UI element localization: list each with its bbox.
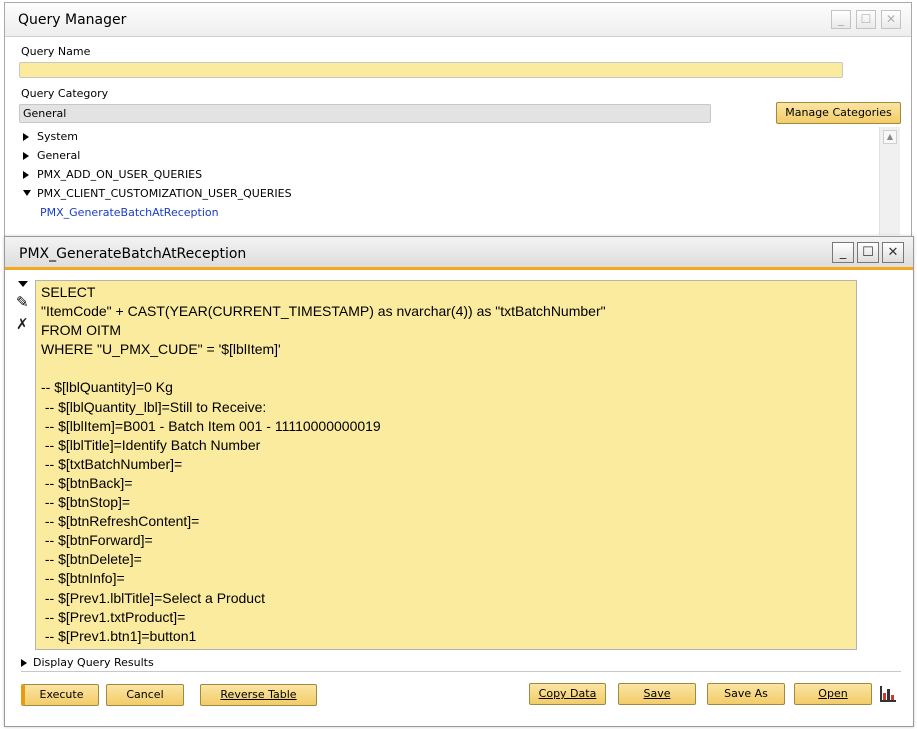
query-name-label: Query Name — [21, 45, 91, 58]
divider — [21, 671, 901, 672]
save-button[interactable]: Save — [618, 683, 696, 705]
query-editor[interactable]: SELECT "ItemCode" + CAST(YEAR(CURRENT_TI… — [35, 280, 857, 650]
maximize-icon[interactable]: ☐ — [856, 10, 876, 29]
scroll-up-icon[interactable]: ▲ — [883, 130, 897, 144]
minimize-icon[interactable]: _ — [831, 10, 851, 29]
execute-button[interactable]: Execute — [21, 684, 99, 706]
query-code: SELECT "ItemCode" + CAST(YEAR(CURRENT_TI… — [41, 284, 606, 644]
pencil-icon[interactable]: ✎ — [16, 293, 29, 311]
query-editor-title-bar[interactable]: PMX_GenerateBatchAtReception _ ☐ ✕ — [5, 237, 913, 269]
tree-scrollbar[interactable]: ▲ — [879, 127, 900, 235]
display-query-results-toggle[interactable]: Display Query Results — [21, 656, 154, 669]
dropdown-arrow-icon[interactable] — [18, 281, 28, 287]
chart-icon[interactable] — [879, 685, 897, 703]
close-icon[interactable]: ✕ — [881, 10, 901, 29]
tree-item-pmx-client-customization[interactable]: PMX_CLIENT_CUSTOMIZATION_USER_QUERIES — [23, 184, 873, 203]
window-title: Query Manager — [18, 12, 127, 28]
expand-icon[interactable] — [23, 171, 29, 179]
cancel-button[interactable]: Cancel — [106, 684, 184, 706]
expand-icon[interactable] — [21, 659, 27, 667]
tree-item-general[interactable]: General — [23, 146, 873, 165]
query-category-field[interactable]: General — [19, 104, 711, 123]
copy-data-button[interactable]: Copy Data — [529, 683, 606, 705]
tree-child-query[interactable]: PMX_GenerateBatchAtReception — [23, 203, 873, 222]
collapse-icon[interactable] — [23, 190, 31, 196]
query-window-title: PMX_GenerateBatchAtReception — [19, 246, 247, 262]
query-category-label: Query Category — [21, 87, 109, 100]
tree-item-pmx-add-on[interactable]: PMX_ADD_ON_USER_QUERIES — [23, 165, 873, 184]
maximize-icon[interactable]: ☐ — [857, 242, 879, 263]
manage-categories-button[interactable]: Manage Categories — [776, 102, 901, 124]
query-manager-title-bar[interactable]: Query Manager _ ☐ ✕ — [5, 3, 911, 37]
reverse-table-button[interactable]: Reverse Table — [200, 684, 317, 706]
save-as-button[interactable]: Save As — [707, 683, 785, 705]
query-editor-window: PMX_GenerateBatchAtReception _ ☐ ✕ ✎ ✗ S… — [4, 236, 914, 727]
title-accent-bar — [5, 267, 913, 270]
open-button[interactable]: Open — [794, 683, 872, 705]
clear-icon[interactable]: ✗ — [16, 315, 29, 333]
expand-icon[interactable] — [23, 152, 29, 160]
tree-item-system[interactable]: System — [23, 127, 873, 146]
query-name-input[interactable] — [19, 62, 843, 78]
close-icon[interactable]: ✕ — [882, 242, 904, 263]
expand-icon[interactable] — [23, 133, 29, 141]
minimize-icon[interactable]: _ — [832, 242, 854, 263]
query-tree: System General PMX_ADD_ON_USER_QUERIES P… — [23, 127, 873, 222]
